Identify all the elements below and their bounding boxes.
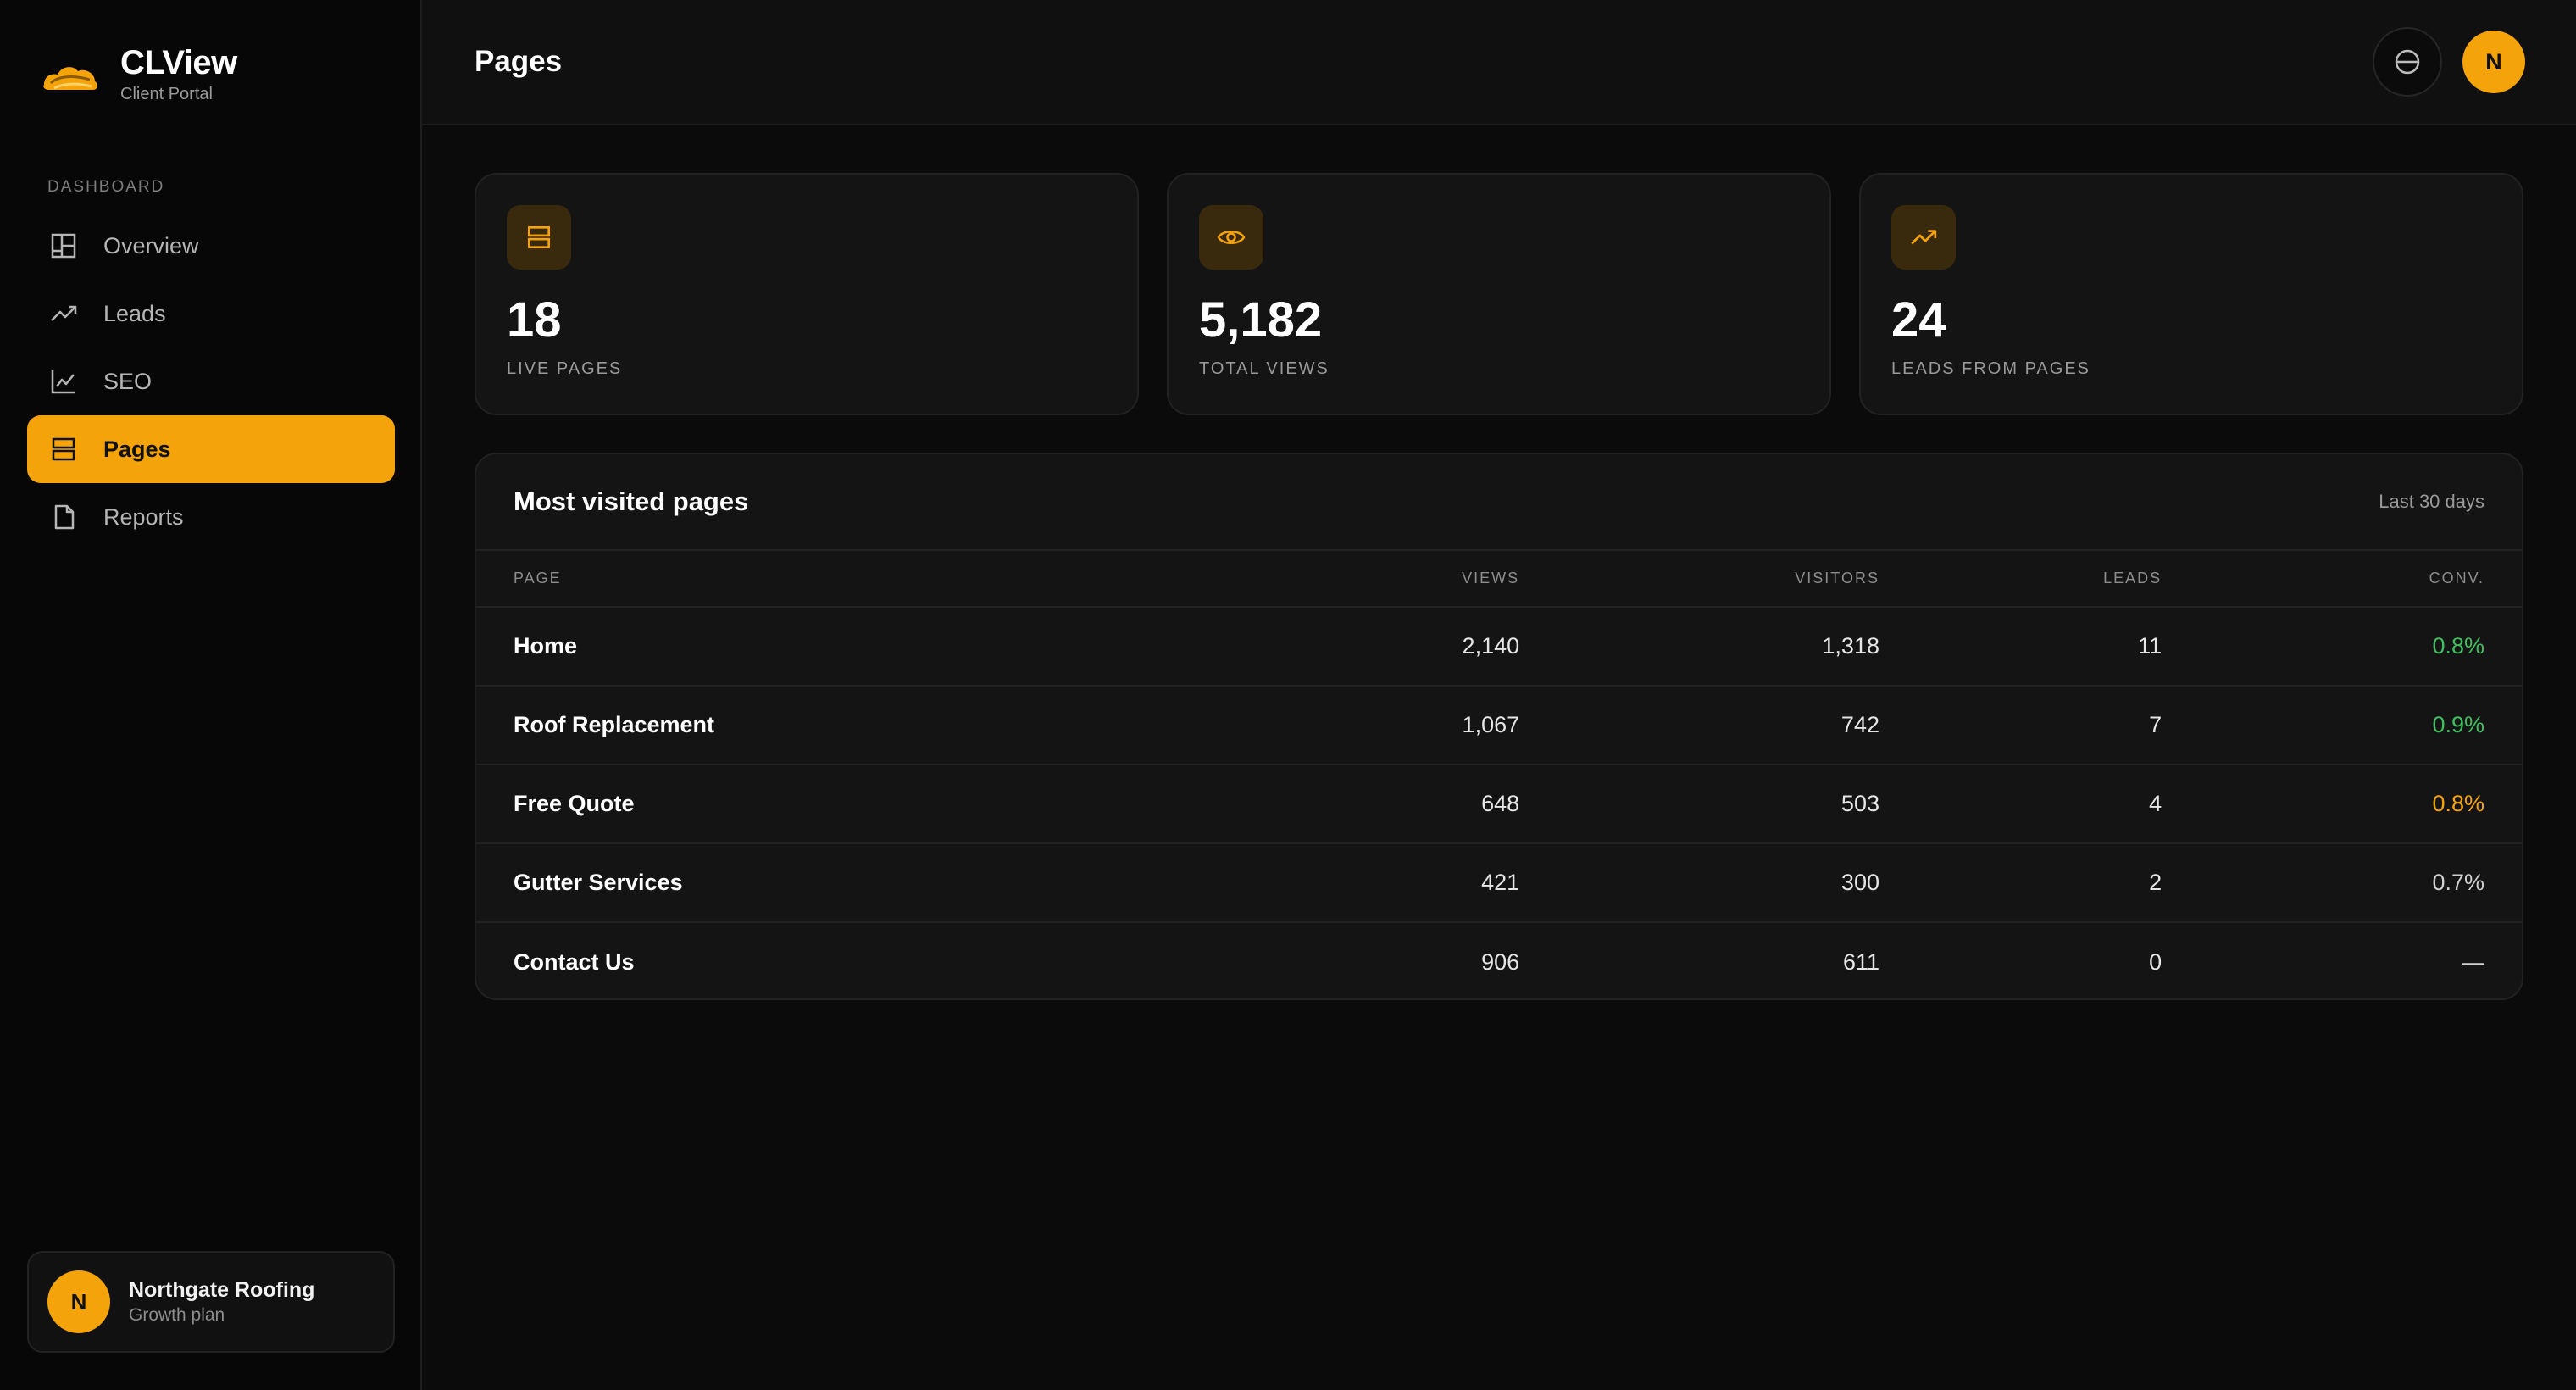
cell-views: 421 — [1335, 843, 1520, 923]
cell-visitors: 742 — [1519, 686, 1879, 765]
cell-leads: 2 — [1879, 843, 2162, 923]
stat-label: LIVE PAGES — [507, 359, 623, 378]
theme-toggle-button[interactable] — [2373, 27, 2442, 97]
page-title: Pages — [475, 45, 563, 78]
column-header-views[interactable]: VIEWS — [1335, 551, 1520, 608]
eye-icon — [1199, 205, 1263, 270]
pages-icon — [507, 205, 571, 270]
most-visited-pages-card: Most visited pages Last 30 days PAGE VIE… — [475, 453, 2523, 1000]
table-header-row: PAGE VIEWS VISITORS LEADS CONV. — [476, 551, 2522, 608]
sidebar-item-pages[interactable]: Pages — [27, 415, 395, 483]
layout-icon — [49, 231, 78, 260]
column-header-visitors[interactable]: VISITORS — [1519, 551, 1879, 608]
pages-icon — [49, 435, 78, 464]
brand[interactable]: CLView Client Portal — [39, 42, 237, 105]
stats-row: 18 LIVE PAGES 5,182 TOTAL VIEWS 24 LEADS… — [475, 173, 2523, 415]
stat-value: 18 — [507, 292, 562, 348]
line-chart-icon — [49, 367, 78, 396]
top-actions: N — [2373, 27, 2525, 97]
account-plan: Growth plan — [129, 1305, 225, 1325]
sidebar-nav: Overview Leads SEO Pages Reports — [27, 212, 395, 551]
cell-visitors: 611 — [1842, 948, 1879, 975]
table-row[interactable]: Gutter Services 421 300 2 0.7% — [476, 843, 2522, 923]
column-header-conv[interactable]: CONV. — [2162, 551, 2522, 608]
table-row[interactable]: Roof Replacement 1,067 742 7 0.9% — [476, 686, 2522, 765]
date-range-label[interactable]: Last 30 days — [2379, 491, 2484, 513]
sidebar-item-label: SEO — [103, 368, 153, 394]
brand-subtitle: Client Portal — [120, 85, 213, 103]
cell-views: 2,140 — [1335, 607, 1520, 687]
cell-page: Gutter Services — [476, 843, 1335, 923]
cell-visitors: 1,318 — [1519, 607, 1879, 687]
account-card[interactable]: N Northgate Roofing Growth plan — [27, 1251, 395, 1353]
cell-conv: 0.8% — [2162, 607, 2522, 687]
app-root: CLView Client Portal DASHBOARD Overview … — [0, 0, 2576, 1390]
brand-logo-icon — [43, 67, 97, 90]
stat-card-total-views: 5,182 TOTAL VIEWS — [1167, 173, 1831, 415]
stat-card-live-pages: 18 LIVE PAGES — [475, 173, 1139, 415]
cell-visitors: 503 — [1519, 764, 1879, 844]
cell-page: Home — [476, 607, 1335, 687]
cell-visitors: 300 — [1519, 843, 1879, 923]
cell-page: Free Quote — [476, 764, 1335, 844]
stat-card-leads-from-pages: 24 LEADS FROM PAGES — [1859, 173, 2523, 415]
cell-leads: 0 — [2149, 948, 2162, 975]
sidebar-item-label: Overview — [103, 232, 199, 259]
stat-value: 5,182 — [1199, 292, 1323, 348]
stat-label: TOTAL VIEWS — [1199, 359, 1330, 378]
table-row[interactable]: Free Quote 648 503 4 0.8% — [476, 764, 2522, 844]
sidebar-item-overview[interactable]: Overview — [27, 212, 395, 280]
table-header-bar: Most visited pages Last 30 days — [476, 454, 2522, 551]
table-row[interactable]: Home 2,140 1,318 11 0.8% — [476, 607, 2522, 687]
account-avatar: N — [47, 1270, 110, 1333]
cell-views: 906 — [1481, 948, 1520, 975]
contrast-icon — [2395, 49, 2420, 75]
sidebar-item-seo[interactable]: SEO — [27, 348, 395, 415]
account-name: Northgate Roofing — [129, 1278, 315, 1302]
column-header-page[interactable]: PAGE — [476, 551, 1335, 608]
pages-table: PAGE VIEWS VISITORS LEADS CONV. Home 2,1… — [476, 551, 2522, 998]
nav-section-label: DASHBOARD — [47, 178, 165, 196]
cell-leads: 7 — [1879, 686, 2162, 765]
stat-value: 24 — [1891, 292, 1946, 348]
cell-page: Contact Us — [514, 948, 635, 975]
cell-views: 648 — [1335, 764, 1520, 844]
column-header-leads[interactable]: LEADS — [1879, 551, 2162, 608]
cell-views: 1,067 — [1335, 686, 1520, 765]
trending-up-icon — [49, 299, 78, 328]
cell-page: Roof Replacement — [476, 686, 1335, 765]
user-avatar-button[interactable]: N — [2462, 31, 2525, 93]
sidebar-item-label: Pages — [103, 436, 171, 462]
cell-conv: 0.9% — [2162, 686, 2522, 765]
cell-leads: 4 — [1879, 764, 2162, 844]
table-title: Most visited pages — [514, 486, 749, 516]
document-icon — [49, 503, 78, 531]
sidebar: CLView Client Portal DASHBOARD Overview … — [0, 0, 422, 1390]
cell-conv: 0.7% — [2162, 843, 2522, 923]
stat-label: LEADS FROM PAGES — [1891, 359, 2091, 378]
main-content: Pages N 18 LIVE PAGES 5,182 TOTAL VIEWS … — [422, 0, 2576, 1390]
trending-up-icon — [1891, 205, 1956, 270]
topbar: Pages N — [422, 0, 2576, 125]
sidebar-item-reports[interactable]: Reports — [27, 483, 395, 551]
sidebar-item-label: Leads — [103, 300, 166, 326]
brand-name: CLView — [120, 44, 237, 81]
table-row[interactable]: Contact Us 906 611 0 — — [476, 922, 2522, 998]
cell-conv: 0.8% — [2162, 764, 2522, 844]
cell-conv: — — [2462, 948, 2484, 975]
sidebar-item-label: Reports — [103, 503, 184, 530]
cell-leads: 11 — [1879, 607, 2162, 687]
sidebar-item-leads[interactable]: Leads — [27, 280, 395, 348]
